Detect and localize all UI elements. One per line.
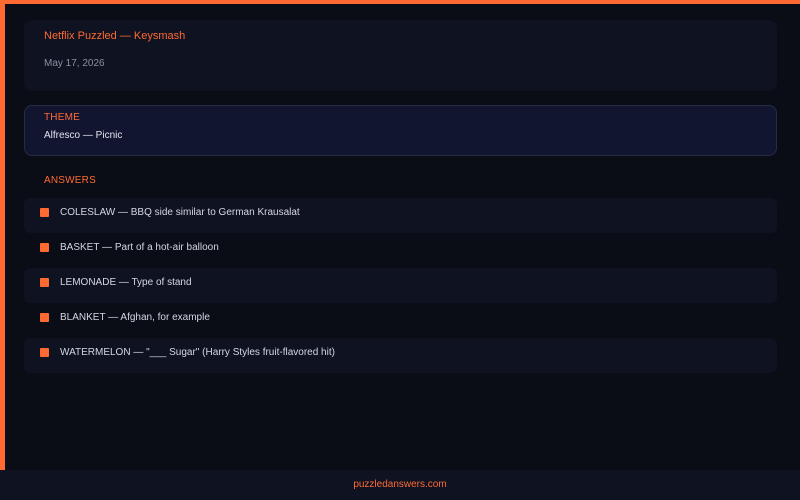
left-accent-rule xyxy=(0,0,5,470)
bullet-square-icon xyxy=(40,278,49,287)
answer-row: WATERMELON — "___ Sugar" (Harry Styles f… xyxy=(24,338,777,373)
top-accent-rule xyxy=(0,0,800,4)
answer-row: BASKET — Part of a hot-air balloon xyxy=(24,233,777,268)
answer-text: COLESLAW — BBQ side similar to German Kr… xyxy=(60,207,300,218)
theme-value: Alfresco — Picnic xyxy=(44,130,123,141)
answer-text: WATERMELON — "___ Sugar" (Harry Styles f… xyxy=(60,347,335,358)
bullet-square-icon xyxy=(40,243,49,252)
bullet-square-icon xyxy=(40,313,49,322)
answers-heading: ANSWERS xyxy=(44,175,96,186)
answer-text: LEMONADE — Type of stand xyxy=(60,277,192,288)
header-card: Netflix Puzzled — Keysmash May 17, 2026 xyxy=(24,20,777,91)
answer-row: BLANKET — Afghan, for example xyxy=(24,303,777,338)
footer: puzzledanswers.com xyxy=(0,470,800,500)
answer-row: COLESLAW — BBQ side similar to German Kr… xyxy=(24,198,777,233)
theme-card: THEME Alfresco — Picnic xyxy=(24,105,777,156)
bullet-square-icon xyxy=(40,348,49,357)
answer-row: LEMONADE — Type of stand xyxy=(24,268,777,303)
page-title: Netflix Puzzled — Keysmash xyxy=(44,30,186,42)
answer-text: BLANKET — Afghan, for example xyxy=(60,312,210,323)
puzzle-date: May 17, 2026 xyxy=(44,58,105,69)
theme-label: THEME xyxy=(44,112,80,123)
answer-text: BASKET — Part of a hot-air balloon xyxy=(60,242,219,253)
bullet-square-icon xyxy=(40,208,49,217)
footer-site-link[interactable]: puzzledanswers.com xyxy=(353,479,446,490)
